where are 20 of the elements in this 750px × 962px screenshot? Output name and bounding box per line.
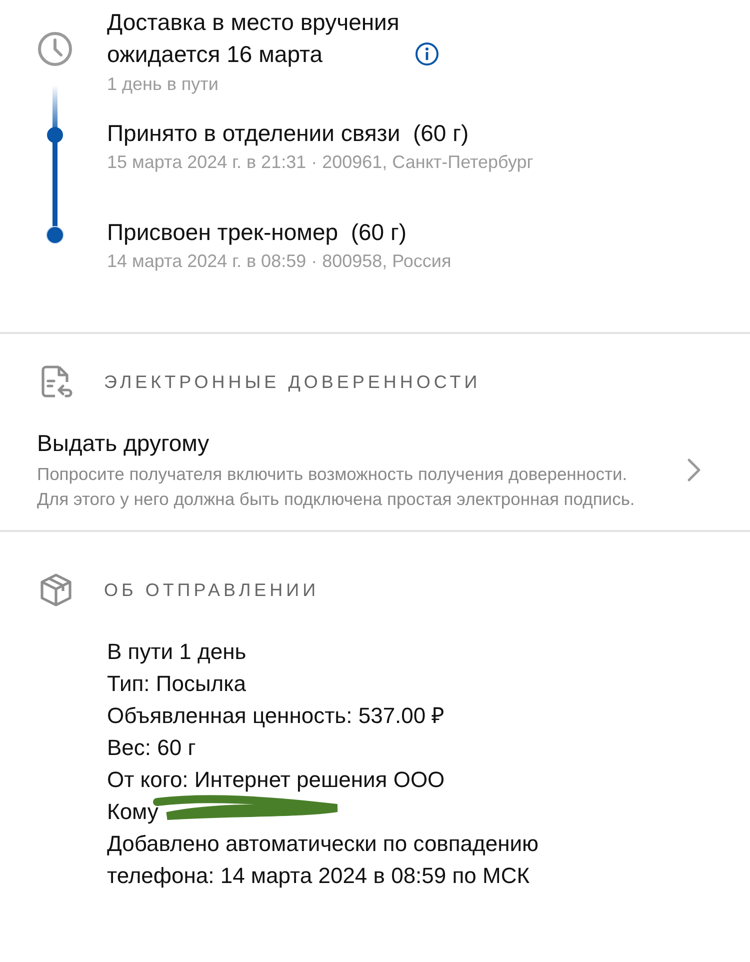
event-title: Принято в отделении связи (60 г) <box>107 119 470 148</box>
section-heading: ЭЛЕКТРОННЫЕ ДОВЕРЕННОСТИ <box>104 372 481 392</box>
event-title: Присвоен трек-номер (60 г) <box>107 218 408 247</box>
event-details: 15 марта 2024 г. в 21:31 · 200961, Санкт-Петербург <box>107 151 534 174</box>
clock-icon <box>37 31 73 67</box>
shipment-detail: От кого: Интернет решения ООО <box>107 767 445 792</box>
transit-time: 1 день в пути <box>107 73 220 96</box>
section-heading: ОБ ОТПРАВЛЕНИИ <box>104 580 320 600</box>
chevron-right-icon <box>687 458 701 482</box>
shipment-detail: Тип: Посылка <box>107 671 246 696</box>
box-icon <box>38 572 74 608</box>
info-icon[interactable] <box>415 42 439 66</box>
shipment-detail: Кому <box>107 799 158 824</box>
shipment-detail: Вес: 60 г <box>107 735 196 760</box>
event-details: 14 марта 2024 г. в 08:59 · 800958, Россия <box>107 250 452 273</box>
delivery-estimate: Доставка в место вручения ожидается 16 марта <box>107 8 400 69</box>
issue-proxy-item[interactable]: Выдать другому Попросите получателя включить возможность получения доверенности. Для этого у него должна быть подключена простая электронная подпись. <box>0 400 750 512</box>
shipment-detail: Объявленная ценность: 537.00 ₽ <box>107 703 445 728</box>
shipment-detail: В пути 1 день <box>107 639 246 664</box>
shipment-detail: Добавлено автоматически по совпадению телефона: 14 марта 2024 в 08:59 по МСК <box>107 831 539 888</box>
